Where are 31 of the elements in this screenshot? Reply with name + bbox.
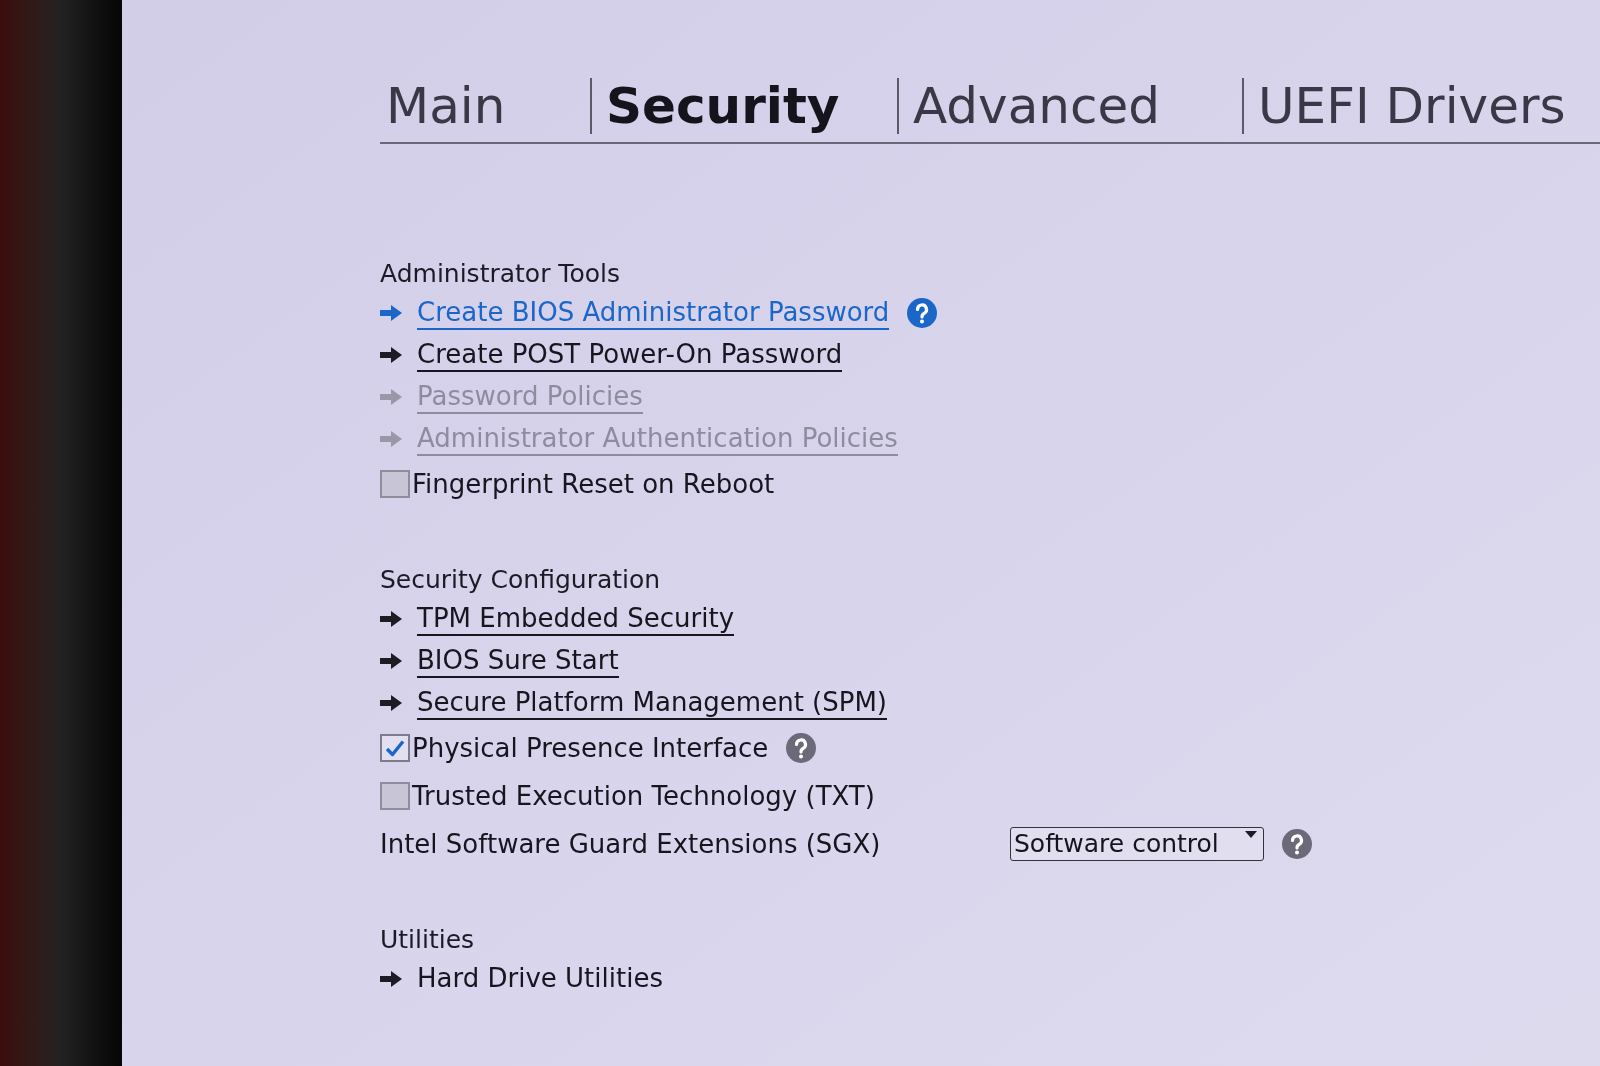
menu-link[interactable]: TPM Embedded Security bbox=[417, 602, 735, 636]
tab[interactable]: Advanced bbox=[897, 78, 1242, 134]
arrow-icon bbox=[380, 653, 402, 669]
caret-icon bbox=[1245, 831, 1257, 838]
menu-link[interactable]: BIOS Sure Start bbox=[417, 644, 619, 678]
section-heading: Administrator Tools bbox=[380, 258, 620, 290]
dropdown[interactable]: Software control bbox=[1010, 827, 1264, 861]
menu-link[interactable]: Create BIOS Administrator Password bbox=[417, 296, 890, 330]
arrow-icon bbox=[380, 611, 402, 627]
checkbox-label: Fingerprint Reset on Reboot bbox=[412, 468, 775, 500]
arrow-icon bbox=[380, 305, 402, 321]
section-heading: Security Configuration bbox=[380, 564, 661, 596]
checkbox[interactable] bbox=[380, 782, 410, 810]
arrow-icon bbox=[380, 695, 402, 711]
menu-link[interactable]: Hard Drive Utilities bbox=[417, 962, 663, 996]
arrow-icon bbox=[380, 971, 402, 987]
menu-link[interactable]: Create POST Power-On Password bbox=[417, 338, 843, 372]
tab[interactable]: Security bbox=[590, 78, 897, 134]
arrow-icon bbox=[380, 431, 402, 447]
menu-link[interactable]: Secure Platform Management (SPM) bbox=[417, 686, 887, 720]
setting-label: Intel Software Guard Extensions (SGX) bbox=[380, 828, 882, 860]
checkbox-label: Physical Presence Interface bbox=[412, 732, 769, 764]
checkmark-icon bbox=[385, 739, 405, 757]
tab[interactable]: UEFI Drivers bbox=[1242, 78, 1600, 134]
checkbox[interactable] bbox=[380, 734, 410, 762]
arrow-icon bbox=[380, 389, 402, 405]
tab[interactable]: Main bbox=[380, 78, 590, 134]
checkbox[interactable] bbox=[380, 470, 410, 498]
checkbox-label: Trusted Execution Technology (TXT) bbox=[412, 780, 875, 812]
section-heading: Utilities bbox=[380, 924, 475, 956]
arrow-icon bbox=[380, 347, 402, 363]
